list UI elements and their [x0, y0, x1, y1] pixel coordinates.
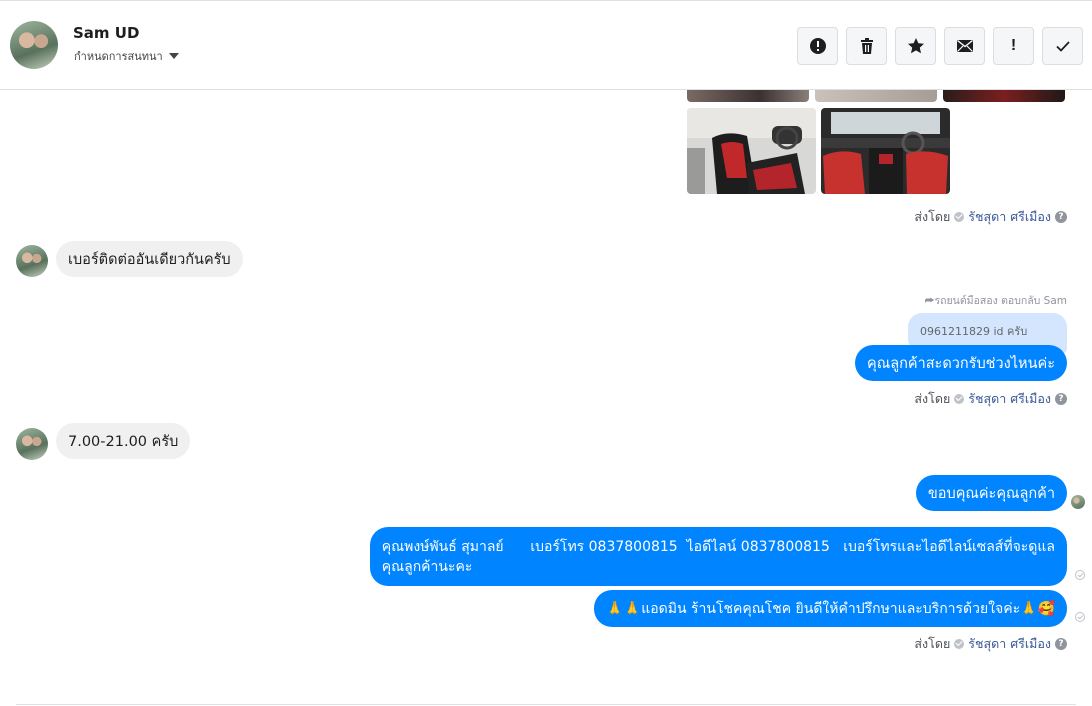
exclamation-icon: !: [1010, 37, 1017, 54]
photo-attachment[interactable]: [687, 90, 809, 102]
sent-by-info: ส่งโดย รัชสุดา ศรีเมือง ?: [914, 389, 1067, 409]
sent-by-prefix: ส่งโดย: [914, 391, 951, 406]
photo-attachment[interactable]: [815, 90, 937, 102]
caret-down-icon: [168, 53, 179, 59]
conversation-settings-dropdown[interactable]: กำหนดการสนทนา: [74, 47, 179, 65]
reply-hint: ⮫รถยนต์มือสอง ตอบกลับ Sam: [925, 292, 1067, 309]
envelope-icon: [956, 39, 973, 52]
sender-name-link[interactable]: รัชสุดา ศรีเมือง: [968, 207, 1051, 227]
seen-indicator-avatar: [1071, 495, 1085, 509]
contact-avatar[interactable]: [10, 21, 58, 69]
toolbar: !: [797, 27, 1083, 65]
help-icon[interactable]: ?: [1055, 393, 1067, 405]
photo-attachment[interactable]: [687, 108, 816, 194]
incoming-message[interactable]: 7.00-21.00 ครับ: [56, 423, 191, 459]
outgoing-message[interactable]: 🙏🙏แอดมิน ร้านโชคคุณโชค ยินดีให้คำปรึกษาแ…: [594, 590, 1067, 627]
contact-avatar-small[interactable]: [16, 245, 48, 277]
conversation-header: Sam UD กำหนดการสนทนา !: [0, 0, 1092, 90]
contact-name[interactable]: Sam UD: [73, 24, 139, 42]
sender-name-link[interactable]: รัชสุดา ศรีเมือง: [968, 389, 1051, 409]
outgoing-message[interactable]: ขอบคุณค่ะคุณลูกค้า: [915, 475, 1067, 511]
delete-button[interactable]: [846, 27, 887, 65]
contact-avatar-small[interactable]: [16, 428, 48, 460]
spam-button[interactable]: !: [993, 27, 1034, 65]
mark-unread-button[interactable]: [944, 27, 985, 65]
trash-icon: [860, 38, 873, 54]
delivered-icon: [1075, 570, 1085, 580]
mark-done-button[interactable]: [1042, 27, 1083, 65]
reply-hint-text: รถยนต์มือสอง ตอบกลับ Sam: [934, 295, 1067, 307]
verified-icon: [954, 639, 965, 649]
sent-by-info: ส่งโดย รัชสุดา ศรีเมือง ?: [914, 207, 1067, 227]
report-button[interactable]: [797, 27, 838, 65]
message-line: คุณพงษ์พันธ์ สุมาลย์ เบอร์โทร 0837800815…: [381, 538, 1055, 555]
help-icon[interactable]: ?: [1055, 211, 1067, 223]
alert-circle-icon: [809, 38, 826, 54]
sent-by-info: ส่งโดย รัชสุดา ศรีเมือง ?: [914, 634, 1067, 654]
composer-divider: [16, 704, 1076, 705]
sent-by-prefix: ส่งโดย: [914, 209, 951, 224]
conversation-settings-label: กำหนดการสนทนา: [74, 50, 163, 63]
star-button[interactable]: [895, 27, 936, 65]
photo-attachment[interactable]: [943, 90, 1065, 102]
message-line: คุณลูกค้านะคะ: [381, 558, 473, 575]
photo-attachment[interactable]: [821, 108, 950, 194]
outgoing-message[interactable]: คุณลูกค้าสะดวกรับช่วงไหนค่ะ: [855, 345, 1067, 381]
verified-icon: [954, 394, 965, 404]
outgoing-message[interactable]: คุณพงษ์พันธ์ สุมาลย์ เบอร์โทร 0837800815…: [369, 527, 1067, 586]
reply-arrow-icon: ⮫: [924, 295, 935, 307]
sender-name-link[interactable]: รัชสุดา ศรีเมือง: [968, 634, 1051, 654]
incoming-message[interactable]: เบอร์ติดต่ออันเดียวกันครับ: [56, 241, 243, 277]
help-icon[interactable]: ?: [1055, 638, 1067, 650]
check-icon: [1055, 41, 1070, 52]
sent-by-prefix: ส่งโดย: [914, 636, 951, 651]
delivered-icon: [1075, 612, 1085, 622]
star-icon: [907, 38, 924, 54]
verified-icon: [954, 212, 965, 222]
